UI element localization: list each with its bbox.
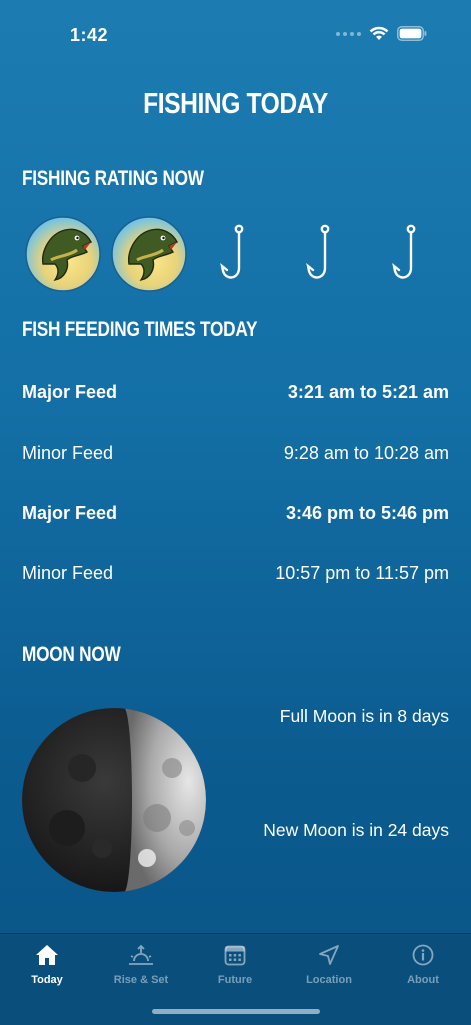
tab-rise-set[interactable]: Rise & Set <box>96 942 186 986</box>
tab-future[interactable]: Future <box>190 942 280 986</box>
feed-row: Minor Feed 10:57 pm to 11:57 pm <box>22 563 449 584</box>
page-title: FISHING TODAY <box>143 88 328 120</box>
tab-about[interactable]: About <box>378 942 468 986</box>
moon-phase-image <box>22 708 206 892</box>
full-moon-text: Full Moon is in 8 days <box>279 706 449 726</box>
tab-label: Today <box>31 974 63 986</box>
fish-rating-icon <box>25 216 103 294</box>
feed-time: 9:28 am to 10:28 am <box>283 443 449 463</box>
status-bar: 1:42 <box>0 0 471 70</box>
location-arrow-icon <box>284 942 374 968</box>
tab-today[interactable]: Today <box>2 942 92 986</box>
battery-icon <box>397 26 427 41</box>
hook-rating-icon <box>283 216 361 294</box>
fishing-rating <box>25 216 451 294</box>
feed-type: Minor Feed <box>22 443 114 463</box>
tab-location[interactable]: Location <box>284 942 374 986</box>
feed-row: Major Feed 3:46 pm to 5:46 pm <box>22 503 449 524</box>
feed-time: 3:21 am to 5:21 am <box>287 382 449 402</box>
new-moon-text: New Moon is in 24 days <box>263 820 449 840</box>
feed-type: Major Feed <box>22 503 118 523</box>
hook-rating-icon <box>369 216 447 294</box>
feed-time: 10:57 pm to 11:57 pm <box>275 563 449 583</box>
sunrise-icon <box>96 942 186 968</box>
hook-rating-icon <box>197 216 275 294</box>
info-icon <box>378 942 468 968</box>
fish-rating-icon <box>111 216 189 294</box>
feed-type: Major Feed <box>22 382 118 402</box>
feed-type: Minor Feed <box>22 563 114 583</box>
status-icons <box>336 26 427 41</box>
tab-label: About <box>407 974 439 986</box>
moon-heading: MOON NOW <box>22 643 121 666</box>
feed-row: Major Feed 3:21 am to 5:21 am <box>22 382 449 403</box>
feed-row: Minor Feed 9:28 am to 10:28 am <box>22 443 449 464</box>
cellular-signal-icon <box>336 31 361 36</box>
wifi-icon <box>369 26 389 41</box>
feed-time: 3:46 pm to 5:46 pm <box>285 503 449 523</box>
feeding-heading: FISH FEEDING TIMES TODAY <box>22 318 258 341</box>
tab-label: Future <box>217 974 253 986</box>
home-indicator <box>152 1009 320 1014</box>
calendar-icon <box>190 942 280 968</box>
tab-label: Location <box>306 974 352 986</box>
home-icon <box>2 942 92 968</box>
tab-label: Rise & Set <box>113 974 169 986</box>
rating-heading: FISHING RATING NOW <box>22 167 204 190</box>
status-time: 1:42 <box>70 25 109 45</box>
